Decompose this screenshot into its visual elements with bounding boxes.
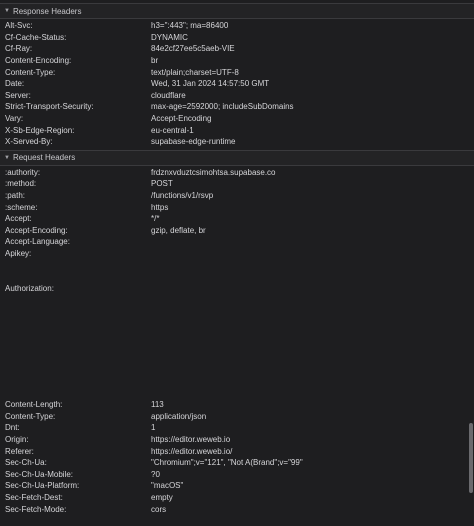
request-headers-toggle[interactable]: ▼ Request Headers [0,149,474,166]
header-name: Content-Type: [5,411,56,421]
header-row: X-Served-By: supabase-edge-runtime [0,136,474,148]
header-name: Cf-Cache-Status: [5,32,67,42]
header-row: Sec-Fetch-Dest: empty [0,492,474,504]
header-value: https://editor.weweb.io/ [151,446,233,456]
header-name: :scheme: [5,202,38,212]
header-row: Cf-Ray: 84e2cf27ee5c5aeb-VIE [0,43,474,55]
header-value: */* [151,214,160,224]
header-row: :scheme: https [0,201,474,213]
header-name: :path: [5,191,26,201]
header-name: X-Sb-Edge-Region: [5,125,75,135]
header-row: Server: cloudflare [0,90,474,102]
header-row: Sec-Ch-Ua-Platform: "macOS" [0,480,474,492]
header-name: Dnt: [5,423,20,433]
header-value: 113 [151,400,164,410]
header-value: https://editor.weweb.io [151,434,231,444]
section-title: Response Headers [12,6,82,16]
header-name: Origin: [5,434,29,444]
header-value: Wed, 31 Jan 2024 14:57:50 GMT [151,79,270,89]
header-value: /functions/v1/rsvp [151,191,214,201]
header-row: Referer: https://editor.weweb.io/ [0,445,474,457]
header-value: eu-central-1 [151,125,194,135]
header-row: Dnt: 1 [0,422,474,434]
header-name: :authority: [5,167,41,177]
header-name: :method: [5,179,37,189]
header-value: Accept-Encoding [151,114,212,124]
header-row: Accept-Language: [0,236,474,248]
header-name: Referer: [5,446,34,456]
header-name: Sec-Ch-Ua-Platform: [5,481,80,491]
header-value: br [151,56,159,66]
header-row: Accept: */* [0,213,474,225]
header-value: h3=":443"; ma=86400 [151,21,229,31]
header-value: application/json [151,411,207,421]
header-row: Content-Length: 113 [0,399,474,411]
header-value: gzip, deflate, br [151,225,206,235]
header-row: Vary: Accept-Encoding [0,113,474,125]
header-name: Date: [5,79,25,89]
header-row: Strict-Transport-Security: max-age=259200… [0,101,474,113]
header-row: Sec-Fetch-Mode: cors [0,503,474,515]
header-name: X-Served-By: [5,137,53,147]
header-name: Strict-Transport-Security: [5,102,94,112]
header-row: :method: POST [0,178,474,190]
triangle-down-icon: ▼ [4,154,10,161]
header-name: Sec-Ch-Ua: [5,458,47,468]
header-row: Content-Type: text/plain;charset=UTF-8 [0,66,474,78]
request-headers-section: ▼ Request Headers :authority: frdznxvduzt… [0,149,474,515]
header-name: Accept-Encoding: [5,225,68,235]
section-title: Request Headers [12,153,76,163]
header-name: Apikey: [5,248,32,258]
header-value: frdznxvduztcsimohtsa.supabase.co [151,167,276,177]
header-value: cors [151,504,167,514]
header-row: X-Sb-Edge-Region: eu-central-1 [0,124,474,136]
header-value: max-age=2592000; includeSubDomains [151,102,294,112]
header-value: "macOS" [151,481,184,491]
header-row: Authorization: [0,282,474,294]
header-value: DYNAMIC [151,32,188,42]
header-name: Content-Length: [5,400,63,410]
header-name: Accept: [5,214,32,224]
header-name: Alt-Svc: [5,21,33,31]
header-value: empty [151,492,173,502]
header-row: Date: Wed, 31 Jan 2024 14:57:50 GMT [0,78,474,90]
header-name: Accept-Language: [5,237,70,247]
header-row: Cf-Cache-Status: DYNAMIC [0,32,474,44]
header-value: supabase-edge-runtime [151,137,236,147]
header-value: cloudflare [151,90,186,100]
header-row: :path: /functions/v1/rsvp [0,190,474,202]
header-name: Vary: [5,114,24,124]
header-row: Content-Type: application/json [0,410,474,422]
triangle-down-icon: ▼ [4,8,10,14]
header-row: Origin: https://editor.weweb.io [0,434,474,446]
header-name: Authorization: [5,283,54,293]
header-row: Sec-Ch-Ua-Mobile: ?0 [0,468,474,480]
response-headers-section: ▼ Response Headers Alt-Svc: h3=":443"; ma… [0,3,474,148]
header-row: Sec-Ch-Ua: "Chromium";v="121", "Not A(Bra… [0,457,474,469]
scrollbar-thumb[interactable] [469,423,473,493]
header-value: 84e2cf27ee5c5aeb-VIE [151,44,235,54]
header-row: Accept-Encoding: gzip, deflate, br [0,225,474,237]
header-name: Server: [5,90,31,100]
header-name: Sec-Fetch-Dest: [5,492,63,502]
header-name: Cf-Ray: [5,44,33,54]
header-row: Content-Encoding: br [0,55,474,67]
header-name: Content-Type: [5,67,56,77]
response-headers-toggle[interactable]: ▼ Response Headers [0,3,474,19]
header-value: "Chromium";v="121", "Not A(Brand";v="99" [151,458,303,468]
header-value: POST [151,179,173,189]
response-header-list: Alt-Svc: h3=":443"; ma=86400 Cf-Cache-Stat… [0,19,474,148]
header-name: Sec-Fetch-Mode: [5,504,67,514]
header-name: Sec-Ch-Ua-Mobile: [5,469,74,479]
header-value: 1 [151,423,156,433]
request-header-list: :authority: frdznxvduztcsimohtsa.supabase… [0,166,474,515]
header-value: text/plain;charset=UTF-8 [151,67,239,77]
header-value: ?0 [151,469,160,479]
header-row: Alt-Svc: h3=":443"; ma=86400 [0,20,474,32]
header-name: Content-Encoding: [5,56,72,66]
header-row: :authority: frdznxvduztcsimohtsa.supabase… [0,167,474,179]
header-value: https [151,202,169,212]
header-row: Apikey: [0,248,474,260]
